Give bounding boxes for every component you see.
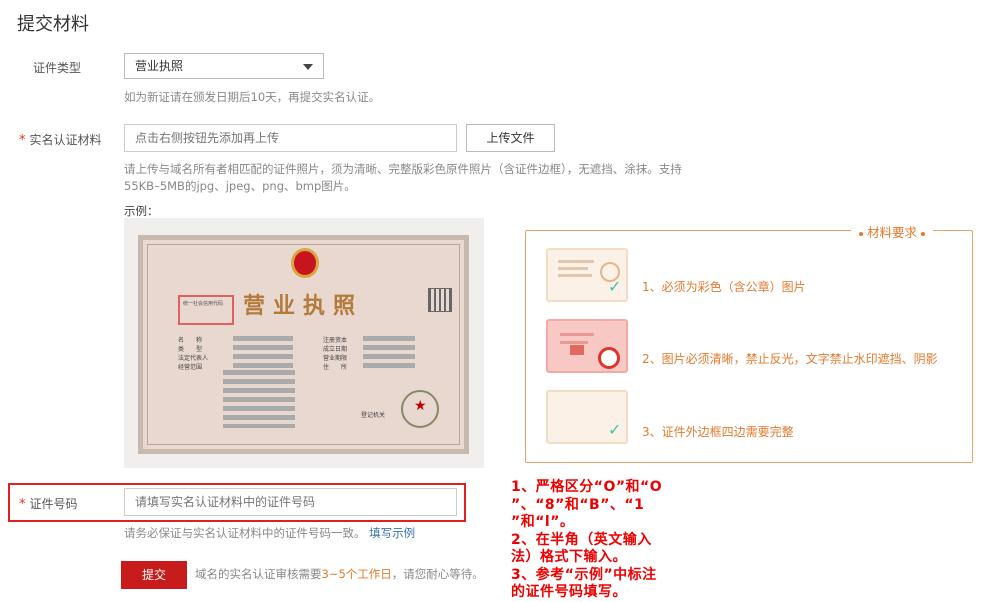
example-image: 统一社会信用代码 营业执照 名 称 类 型 法定代表人 经营范围 注册资本 成立… [124,218,484,468]
check-icon: ✓ [608,420,622,439]
required-mark: * [19,497,26,512]
annotation-line: 1、严格区分“O”和“O [511,479,663,495]
redacted-block [223,370,295,428]
annotation-line: ”、“8”和“B”、“1 [511,496,645,513]
submit-button[interactable]: 提交 [121,561,187,589]
page-title: 提交材料 [17,14,89,35]
legend-dot-icon [921,231,925,236]
annotation-line: 2、在半角（英文输入 [511,531,652,548]
cert-row-label: 住 所 [323,364,348,371]
id-number-hint-row: 请务必保证与实名认证材料中的证件号码一致。 填写示例 [124,525,415,542]
certificate-id-label: 统一社会信用代码 [183,301,224,307]
requirements-panel: 材料要求 ✓ 1、必须为彩色（含公章）图片 2、图片必须清晰，禁止反光，文字禁止… [525,222,973,463]
requirements-title: 材料要求 [866,225,917,240]
cert-row-label: 成立日期 [323,346,348,353]
material-input[interactable] [124,124,457,152]
material-hint-line1: 请上传与域名所有者相匹配的证件照片，须为清晰、完整版彩色原件照片（含证件边框），… [124,162,682,176]
official-seal-icon: ★ [401,390,439,428]
material-hint: 请上传与域名所有者相匹配的证件照片，须为清晰、完整版彩色原件照片（含证件边框），… [124,161,744,195]
cert-row-label: 营业期限 [323,355,348,362]
redacted-lines [233,336,293,370]
id-number-hint: 请务必保证与实名认证材料中的证件号码一致。 [124,526,366,540]
national-emblem-icon [291,248,319,278]
annotation-line: ”和“l”。 [511,514,575,530]
cert-type-hint: 如为新证请在颁发日期后10天，再提交实名认证。 [124,90,381,104]
example-label: 示例： [124,204,159,218]
qr-code-icon [428,288,452,312]
annotation-line: 的证件号码填写。 [511,584,627,600]
requirement-item: 2、图片必须清晰，禁止反光，文字禁止水印遮挡、阴影 [642,352,938,366]
redacted-lines [363,336,415,370]
requirements-legend: 材料要求 [850,222,933,241]
seal-label: 登记机关 [361,412,386,419]
requirement-item: 3、证件外边框四边需要完整 [642,425,794,439]
cert-row-label: 经营范围 [178,364,203,371]
material-label: 实名认证材料 [29,133,102,147]
id-number-label-row: * 证件号码 [19,495,78,512]
annotation-line: 3、参考“示例”中标注 [511,566,657,583]
certificate-illustration: 统一社会信用代码 营业执照 名 称 类 型 法定代表人 经营范围 注册资本 成立… [138,235,469,454]
cert-type-selected: 营业执照 [135,59,184,73]
prohibited-icon [598,347,620,369]
cert-type-select[interactable]: 营业执照 [124,53,324,79]
submit-note-prefix: 域名的实名认证审核需要 [195,567,322,581]
certificate-id-box: 统一社会信用代码 [178,295,234,325]
material-label-row: * 实名认证材料 [19,131,102,148]
certificate-title: 营业执照 [243,293,364,319]
cert-row-label: 名 称 [178,337,203,344]
submit-note: 域名的实名认证审核需要3~5个工作日，请您耐心等待。 [195,566,484,583]
complete-border-thumbnail: ✓ [546,390,628,444]
cert-row-label: 注册资本 [323,337,348,344]
clear-image-thumbnail [546,319,628,373]
check-icon: ✓ [608,277,622,296]
chevron-down-icon [303,64,313,70]
requirement-item: 1、必须为彩色（含公章）图片 [642,280,806,294]
id-number-label: 证件号码 [29,497,78,511]
certificate-rows-right: 注册资本 成立日期 营业期限 住 所 [323,336,347,372]
color-image-thumbnail: ✓ [546,248,628,302]
material-hint-line2: 55KB–5MB的jpg、jpeg、png、bmp图片。 [124,179,356,193]
annotation-note: 1、严格区分“O”和“O ”、“8”和“B”、“1 ”和“l”。 2、在半角（英… [511,479,707,602]
cert-row-label: 法定代表人 [178,355,209,362]
submit-note-highlight: 3~5个工作日 [321,567,392,581]
cert-type-label: 证件类型 [33,61,82,75]
cert-row-label: 类 型 [178,346,203,353]
legend-dot-icon [858,231,863,236]
upload-button[interactable]: 上传文件 [466,124,555,152]
fill-example-link[interactable]: 填写示例 [369,526,415,540]
submit-note-suffix: ，请您耐心等待。 [391,567,484,581]
annotation-line: 法）格式下输入。 [511,549,627,565]
required-mark: * [19,133,26,148]
id-number-input[interactable] [124,488,457,516]
certificate-rows-left: 名 称 类 型 法定代表人 经营范围 [178,336,208,372]
